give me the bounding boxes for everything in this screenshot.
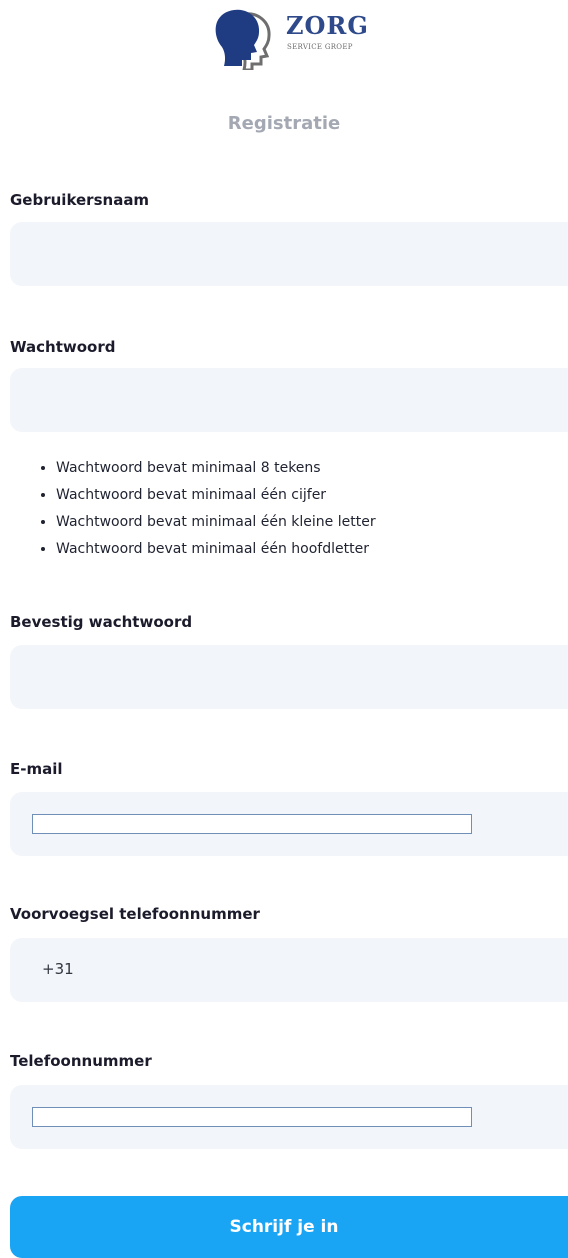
password-requirement-item: Wachtwoord bevat minimaal één kleine let… [56, 509, 376, 536]
brand-subtitle: SERVICE GROEP [287, 43, 353, 51]
phone-field-container [10, 1085, 568, 1149]
confirm-password-field[interactable] [10, 645, 568, 709]
brand-name: ZORG [286, 11, 369, 40]
username-label: Gebruikersnaam [10, 191, 150, 209]
signup-button-label: Schrijf je in [229, 1217, 339, 1237]
phone-prefix-value: +31 [42, 960, 74, 978]
phone-input[interactable] [32, 1107, 472, 1127]
two-heads-profile-icon [214, 6, 274, 72]
signup-button[interactable]: Schrijf je in [10, 1196, 568, 1258]
password-requirement-item: Wachtwoord bevat minimaal één cijfer [56, 482, 376, 509]
password-requirement-item: Wachtwoord bevat minimaal 8 tekens [56, 455, 376, 482]
password-label: Wachtwoord [10, 338, 116, 356]
brand-logo: ZORG SERVICE GROEP [214, 6, 384, 72]
email-label: E-mail [10, 760, 63, 778]
email-input[interactable] [32, 814, 472, 834]
password-requirement-item: Wachtwoord bevat minimaal één hoofdlette… [56, 536, 376, 563]
page-title: Registratie [227, 113, 341, 134]
password-requirements-list: Wachtwoord bevat minimaal 8 tekens Wacht… [0, 455, 376, 563]
confirm-password-label: Bevestig wachtwoord [10, 613, 193, 631]
username-field[interactable] [10, 222, 568, 286]
password-field[interactable] [10, 368, 568, 432]
phone-prefix-field[interactable]: +31 [10, 938, 568, 1002]
phone-prefix-label: Voorvoegsel telefoonnummer [10, 905, 260, 923]
phone-label: Telefoonnummer [10, 1052, 152, 1070]
email-field-container [10, 792, 568, 856]
